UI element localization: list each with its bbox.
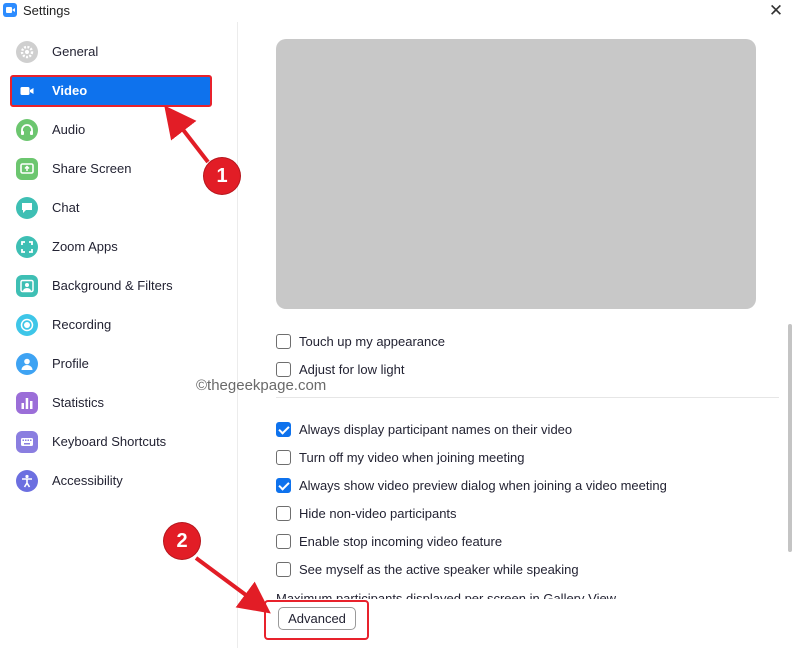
sidebar-item-keyboard-shortcuts[interactable]: Keyboard Shortcuts — [10, 426, 212, 458]
headphones-icon — [16, 119, 38, 141]
sidebar-item-label: Video — [52, 83, 88, 98]
option-label: Touch up my appearance — [299, 334, 445, 349]
max-participants-label: Maximum participants displayed per scree… — [276, 591, 656, 599]
sidebar-item-label: Profile — [52, 356, 89, 371]
sidebar-item-background-filters[interactable]: Background & Filters — [10, 270, 212, 302]
sidebar-item-video[interactable]: Video — [10, 75, 212, 107]
sidebar-item-share-screen[interactable]: Share Screen — [10, 153, 212, 185]
option-label: Adjust for low light — [299, 362, 405, 377]
sidebar-item-audio[interactable]: Audio — [10, 114, 212, 146]
settings-sidebar: General Video Audio Share Screen Chat Zo… — [0, 22, 238, 648]
turn-off-video-checkbox[interactable] — [276, 450, 291, 465]
scrollbar-thumb[interactable] — [788, 324, 792, 552]
option-label: Always display participant names on thei… — [299, 422, 573, 437]
sidebar-item-label: Audio — [52, 122, 86, 137]
sidebar-item-profile[interactable]: Profile — [10, 348, 212, 380]
option-label: Hide non-video participants — [299, 506, 457, 521]
video-preview-dialog-checkbox[interactable] — [276, 478, 291, 493]
video-preview — [276, 39, 756, 309]
gear-icon — [16, 41, 38, 63]
sidebar-item-label: Zoom Apps — [52, 239, 118, 254]
sidebar-item-recording[interactable]: Recording — [10, 309, 212, 341]
advanced-highlight-box — [264, 600, 369, 640]
adjust-low-light-checkbox[interactable] — [276, 362, 291, 377]
display-participant-names-checkbox[interactable] — [276, 422, 291, 437]
close-button[interactable]: ✕ — [763, 0, 789, 22]
sidebar-item-accessibility[interactable]: Accessibility — [10, 465, 212, 497]
option-label: Always show video preview dialog when jo… — [299, 478, 667, 493]
sidebar-item-zoom-apps[interactable]: Zoom Apps — [10, 231, 212, 263]
section-divider — [276, 397, 779, 398]
sidebar-item-label: Recording — [52, 317, 112, 332]
sidebar-item-label: Keyboard Shortcuts — [52, 434, 167, 449]
max-participants-text: Maximum participants displayed per scree… — [276, 591, 617, 599]
chat-bubble-icon — [16, 197, 38, 219]
option-label: See myself as the active speaker while s… — [299, 562, 579, 577]
apps-icon — [16, 236, 38, 258]
record-icon — [16, 314, 38, 336]
sidebar-item-label: Statistics — [52, 395, 105, 410]
sidebar-item-general[interactable]: General — [10, 36, 212, 68]
video-settings-panel: Touch up my appearance Adjust for low li… — [239, 22, 793, 648]
video-camera-icon — [16, 80, 38, 102]
option-label: Enable stop incoming video feature — [299, 534, 503, 549]
sidebar-item-label: Background & Filters — [52, 278, 173, 293]
touch-up-appearance-checkbox[interactable] — [276, 334, 291, 349]
sidebar-item-label: Chat — [52, 200, 80, 215]
bar-chart-icon — [16, 392, 38, 414]
keyboard-icon — [16, 431, 38, 453]
step-1-marker: 1 — [204, 158, 240, 194]
background-icon — [16, 275, 38, 297]
watermark-text: ©thegeekpage.com — [196, 377, 327, 394]
hide-non-video-checkbox[interactable] — [276, 506, 291, 521]
window-title: Settings — [23, 3, 70, 18]
zoom-app-icon — [3, 3, 17, 17]
sidebar-item-label: Accessibility — [52, 473, 123, 488]
sidebar-item-chat[interactable]: Chat — [10, 192, 212, 224]
stop-incoming-video-checkbox[interactable] — [276, 534, 291, 549]
title-bar: Settings ✕ — [0, 0, 793, 22]
person-icon — [16, 353, 38, 375]
active-speaker-checkbox[interactable] — [276, 562, 291, 577]
share-screen-icon — [16, 158, 38, 180]
step-2-marker: 2 — [164, 523, 200, 559]
option-label: Turn off my video when joining meeting — [299, 450, 525, 465]
accessibility-icon — [16, 470, 38, 492]
sidebar-item-label: General — [52, 44, 99, 59]
sidebar-item-statistics[interactable]: Statistics — [10, 387, 212, 419]
sidebar-item-label: Share Screen — [52, 161, 132, 176]
